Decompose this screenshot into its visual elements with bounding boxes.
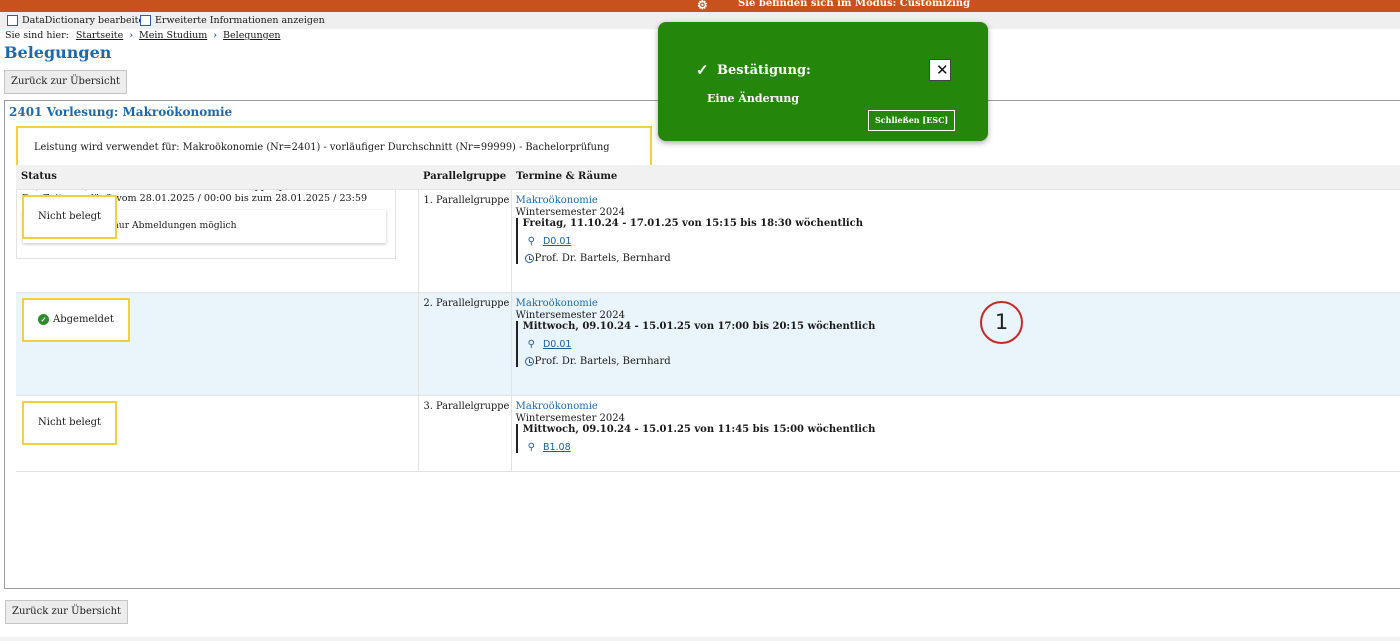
clock-icon [524, 356, 534, 366]
datadictionary-checkbox[interactable]: DataDictionary bearbeiten [7, 15, 150, 26]
group-cell: 1. Parallelgruppe [418, 189, 512, 293]
location-pin-icon: ⚲ [527, 235, 535, 247]
parallel-groups-table: Status Parallelgruppe Termine & Räume Ni… [16, 165, 1400, 472]
course-link[interactable]: Makroökonomie [516, 195, 1400, 206]
course-link[interactable]: Makroökonomie [516, 401, 1400, 412]
breadcrumb-belegungen[interactable]: Belegungen [223, 30, 280, 41]
term-cell: Makroökonomie Wintersemester 2024 Freita… [511, 189, 1400, 293]
check-circle-icon: ✓ [38, 314, 49, 325]
room-link[interactable]: D0.01 [543, 339, 571, 350]
toast-message: Eine Änderung [707, 92, 800, 105]
toast-close-button[interactable]: Schließen [ESC] [868, 110, 956, 131]
term-cell: Makroökonomie Wintersemester 2024 Mittwo… [511, 292, 1400, 396]
lecturer-name: Prof. Dr. Bartels, Bernhard [534, 355, 671, 367]
chevron-right-icon: › [213, 30, 218, 41]
table-row: Nicht belegt 3. Parallelgruppe Makroökon… [16, 395, 1400, 472]
status-cell: ✓ Abgemeldet [16, 292, 419, 396]
semester: Wintersemester 2024 [515, 206, 626, 218]
checkmark-icon: ✓ [696, 61, 709, 79]
status-badge: Nicht belegt [22, 194, 118, 239]
lecturer: Prof. Dr. Bartels, Bernhard [523, 253, 1400, 264]
column-header-termine: Termine & Räume [511, 165, 1400, 190]
group-cell: 3. Parallelgruppe [418, 395, 512, 472]
clock-icon [524, 253, 534, 263]
footer-strip [0, 637, 1400, 641]
breadcrumb: Sie sind hier: Startseite › Mein Studium › B… [5, 30, 280, 41]
gear-icon[interactable]: ⚙ [697, 0, 708, 12]
group-cell: 2. Parallelgruppe [418, 292, 512, 396]
status-badge: Nicht belegt [22, 400, 118, 445]
close-icon[interactable]: ✕ [929, 59, 951, 81]
column-header-parallelgruppe: Parallelgruppe [418, 165, 512, 190]
appointment-detail: Freitag, 11.10.24 - 17.01.25 von 15:15 b… [515, 217, 1400, 264]
annotation-marker: 1 [980, 301, 1023, 344]
lecturer-name: Prof. Dr. Bartels, Bernhard [534, 252, 671, 264]
breadcrumb-startseite[interactable]: Startseite [76, 30, 123, 41]
course-link[interactable]: Makroökonomie [516, 298, 1400, 309]
chevron-right-icon: › [129, 30, 134, 41]
status-text: Abgemeldet [53, 314, 114, 325]
status-text: Nicht belegt [38, 417, 102, 428]
semester: Wintersemester 2024 [515, 309, 626, 321]
confirmation-toast: ✓ Bestätigung: ✕ Eine Änderung Schließen… [658, 22, 988, 141]
room: ⚲ D0.01 [523, 236, 1400, 247]
back-to-overview-button[interactable]: Zurück zur Übersicht [4, 70, 128, 94]
room-link[interactable]: B1.08 [543, 442, 571, 453]
datadictionary-label[interactable]: DataDictionary bearbeiten [22, 15, 150, 26]
table-row: ✓ Abgemeldet 2. Parallelgruppe Makroökon… [16, 292, 1400, 396]
lecturer: Prof. Dr. Bartels, Bernhard [523, 356, 1400, 367]
term-cell: Makroökonomie Wintersemester 2024 Mittwo… [511, 395, 1400, 472]
breadcrumb-mein-studium[interactable]: Mein Studium [139, 30, 207, 41]
appointment-time: Freitag, 11.10.24 - 17.01.25 von 15:15 b… [522, 217, 864, 229]
room: ⚲ B1.08 [523, 442, 1400, 453]
breadcrumb-prefix: Sie sind hier: [5, 30, 69, 41]
checkbox-icon[interactable] [140, 15, 151, 26]
extended-info-checkbox[interactable]: Erweiterte Informationen anzeigen [140, 15, 325, 26]
room: ⚲ D0.01 [523, 339, 1400, 350]
appointment-time: Mittwoch, 09.10.24 - 15.01.25 von 11:45 … [522, 423, 876, 435]
appointment-detail: Mittwoch, 09.10.24 - 15.01.25 von 11:45 … [515, 423, 1400, 453]
mode-banner: ⚙ Sie befinden sich im Modus: Customizin… [0, 0, 1400, 12]
checkbox-icon[interactable] [7, 15, 18, 26]
status-cell: Nicht belegt [16, 395, 419, 472]
mode-text: Sie befinden sich im Modus: Customizing [738, 0, 971, 9]
location-pin-icon: ⚲ [527, 441, 535, 453]
extended-info-label[interactable]: Erweiterte Informationen anzeigen [155, 15, 325, 26]
usage-info: Leistung wird verwendet für: Makroökonom… [16, 126, 652, 192]
appointment-time: Mittwoch, 09.10.24 - 15.01.25 von 17:00 … [522, 320, 876, 332]
course-title: 2401 Vorlesung: Makroökonomie [9, 105, 233, 119]
appointment-detail: Mittwoch, 09.10.24 - 15.01.25 von 17:00 … [515, 320, 1400, 367]
back-to-overview-button-bottom[interactable]: Zurück zur Übersicht [5, 600, 129, 624]
status-cell: Nicht belegt [16, 189, 419, 293]
location-pin-icon: ⚲ [527, 338, 535, 350]
table-row: Nicht belegt 1. Parallelgruppe Makroökon… [16, 189, 1400, 293]
status-badge: ✓ Abgemeldet [22, 297, 130, 342]
column-header-status: Status [16, 165, 418, 190]
toast-title: Bestätigung: [717, 63, 811, 78]
page-title: Belegungen [4, 43, 112, 62]
room-link[interactable]: D0.01 [543, 236, 571, 247]
semester: Wintersemester 2024 [515, 412, 626, 424]
status-text: Nicht belegt [38, 211, 102, 222]
